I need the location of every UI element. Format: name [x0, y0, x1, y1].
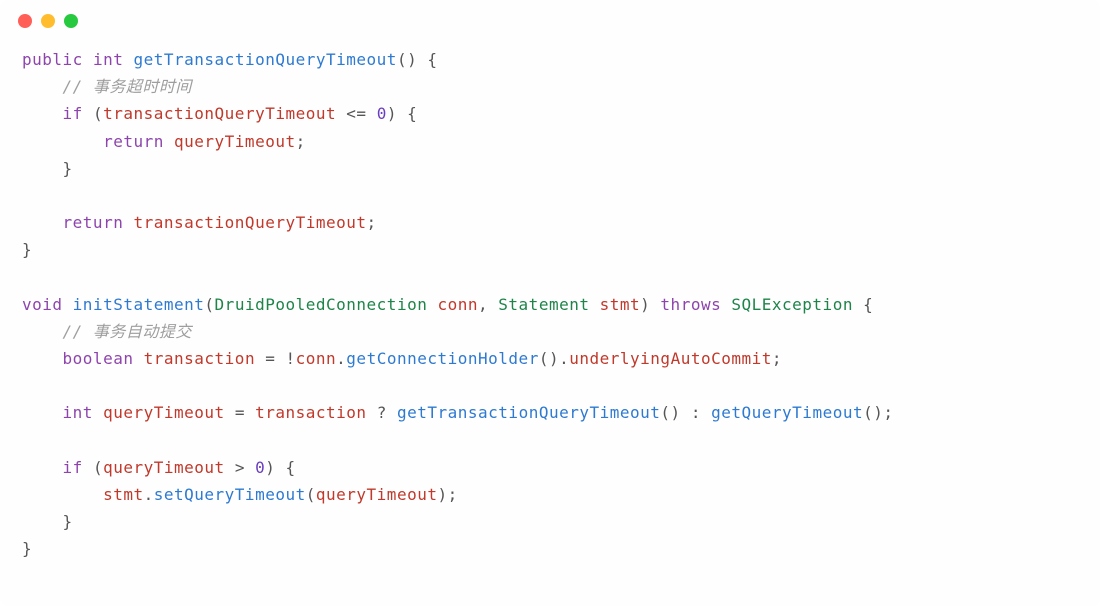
brace-close: } — [22, 539, 32, 558]
operator: = ! — [265, 349, 295, 368]
operator: = — [235, 403, 255, 422]
method-name: getTransactionQueryTimeout — [133, 50, 396, 69]
method-call: getQueryTimeout — [711, 403, 863, 422]
paren-open: ( — [93, 104, 103, 123]
comma: , — [478, 295, 498, 314]
keyword-throws: throws — [660, 295, 721, 314]
type-void: void — [22, 295, 63, 314]
identifier: queryTimeout — [174, 132, 296, 151]
class-name: SQLException — [731, 295, 853, 314]
parens: (); — [863, 403, 893, 422]
identifier: transaction — [144, 349, 255, 368]
paren-close: ); — [437, 485, 457, 504]
identifier: queryTimeout — [316, 485, 438, 504]
semicolon: ; — [772, 349, 782, 368]
comment: // 事务超时时间 — [63, 77, 192, 96]
code-window: public int getTransactionQueryTimeout() … — [0, 0, 1100, 606]
ternary-colon: : — [691, 403, 701, 422]
semicolon: ; — [296, 132, 306, 151]
identifier: stmt — [103, 485, 144, 504]
identifier: underlyingAutoCommit — [569, 349, 772, 368]
parens: () { — [397, 50, 438, 69]
window-titlebar — [0, 0, 1100, 36]
paren-open: ( — [306, 485, 316, 504]
paren-close: ) { — [387, 104, 417, 123]
method-call: setQueryTimeout — [154, 485, 306, 504]
dot: . — [336, 349, 346, 368]
paren-close: ) — [640, 295, 660, 314]
zoom-icon[interactable] — [64, 14, 78, 28]
operator: <= — [346, 104, 366, 123]
brace-open: { — [863, 295, 873, 314]
keyword-if: if — [63, 458, 83, 477]
number: 0 — [255, 458, 265, 477]
number: 0 — [377, 104, 387, 123]
type-int: int — [93, 50, 123, 69]
semicolon: ; — [367, 213, 377, 232]
class-name: Statement — [498, 295, 589, 314]
paren-close: ) { — [265, 458, 295, 477]
identifier: conn — [296, 349, 337, 368]
paren-open: ( — [204, 295, 214, 314]
identifier: transactionQueryTimeout — [133, 213, 366, 232]
operator: > — [235, 458, 245, 477]
paren-open: ( — [93, 458, 103, 477]
comment: // 事务自动提交 — [63, 322, 192, 341]
method-name: initStatement — [73, 295, 205, 314]
class-name: DruidPooledConnection — [215, 295, 428, 314]
keyword-return: return — [63, 213, 124, 232]
identifier: transaction — [255, 403, 366, 422]
method-call: getConnectionHolder — [346, 349, 539, 368]
keyword-if: if — [63, 104, 83, 123]
param: stmt — [600, 295, 641, 314]
brace-close: } — [63, 159, 73, 178]
minimize-icon[interactable] — [41, 14, 55, 28]
brace-close: } — [63, 512, 73, 531]
ternary-q: ? — [377, 403, 387, 422]
code-block: public int getTransactionQueryTimeout() … — [0, 36, 1100, 573]
type-int: int — [63, 403, 93, 422]
parens: () — [660, 403, 690, 422]
method-call: getTransactionQueryTimeout — [397, 403, 660, 422]
parens: (). — [539, 349, 569, 368]
identifier: queryTimeout — [103, 458, 225, 477]
dot: . — [144, 485, 154, 504]
param: conn — [437, 295, 478, 314]
brace-close: } — [22, 240, 32, 259]
close-icon[interactable] — [18, 14, 32, 28]
identifier: transactionQueryTimeout — [103, 104, 336, 123]
keyword-public: public — [22, 50, 83, 69]
identifier: queryTimeout — [103, 403, 225, 422]
type-boolean: boolean — [63, 349, 134, 368]
keyword-return: return — [103, 132, 164, 151]
